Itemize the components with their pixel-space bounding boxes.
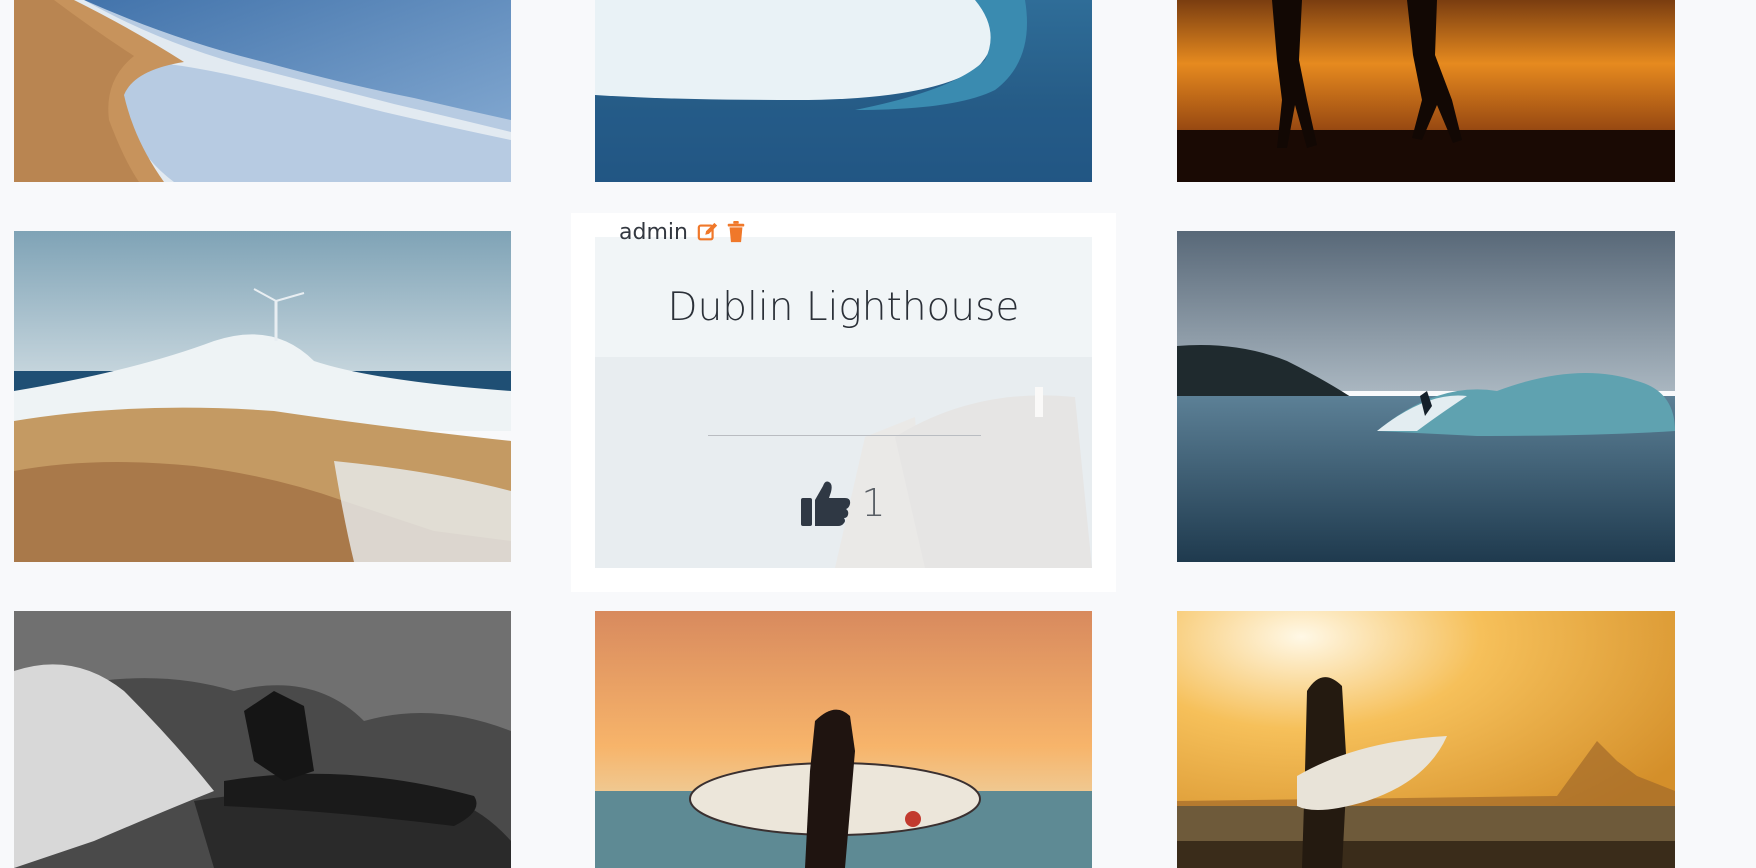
surfer-carrying-board-sunset-photo <box>595 611 1092 868</box>
card-author-bar: admin <box>619 216 748 248</box>
trash-icon[interactable] <box>724 220 748 244</box>
photo-card-blue-wave[interactable] <box>595 0 1092 182</box>
photo-card-rocky-coast[interactable] <box>14 231 511 562</box>
photo-card-surfer-wave[interactable] <box>1177 231 1675 562</box>
thumbs-up-icon[interactable] <box>801 480 851 526</box>
surfer-riding-wave-photo <box>1177 231 1675 562</box>
rocky-coast-wind-turbine-photo <box>14 231 511 562</box>
photo-card-sunset-silhouettes[interactable] <box>1177 0 1675 182</box>
photo-card-beach-shoreline[interactable] <box>14 0 511 182</box>
card-title: Dublin Lighthouse <box>667 285 1020 330</box>
photo-card-woman-surfboard[interactable] <box>1177 611 1675 868</box>
black-white-surfer-photo <box>14 611 511 868</box>
beach-shoreline-photo <box>14 0 511 182</box>
sunset-silhouettes-photo <box>1177 0 1675 182</box>
photo-card-bw-surfer[interactable] <box>14 611 511 868</box>
edit-icon[interactable] <box>696 220 720 244</box>
likes-row: 1 <box>595 476 1092 530</box>
title-divider <box>708 435 981 436</box>
like-count: 1 <box>861 481 886 525</box>
photo-card-surfer-board-sunset[interactable] <box>595 611 1092 868</box>
woman-with-surfboard-photo <box>1177 611 1675 868</box>
blue-wave-photo <box>595 0 1092 182</box>
author-name: admin <box>619 219 688 245</box>
